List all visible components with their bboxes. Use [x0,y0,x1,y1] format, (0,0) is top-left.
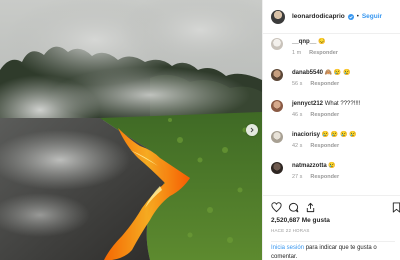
save-button[interactable] [392,202,400,213]
next-photo-button[interactable] [246,124,258,136]
commenter-avatar[interactable] [271,131,283,143]
comment-text: 😔 [318,39,326,45]
amazon-fire-image [0,0,262,260]
author-username[interactable]: leonardodicaprio [292,13,345,20]
bookmark-icon [392,202,400,213]
separator-dot: • [356,13,359,20]
post-header: leonardodicaprio • Seguir [263,0,400,34]
comment-time: 46 s [292,112,303,118]
comment-item: jennyct212 What ????!!!! 46 s Responder [271,100,399,118]
reply-button[interactable]: Responder [310,81,339,87]
login-prompt: Inicia sesión para indicar que te gusta … [271,241,395,260]
commenter-username[interactable]: natmazzotta [292,163,327,169]
commenter-avatar[interactable] [271,100,283,112]
comment-item: inaciorisy 😢 😢 😢 😢 42 s Responder [271,131,399,149]
commenter-username[interactable]: jennyct212 [292,101,323,107]
post-actions-area: 2,520,687 Me gusta HACE 22 HORAS Inicia … [263,195,400,260]
reply-button[interactable]: Responder [309,50,338,56]
like-count[interactable]: 2,520,687 Me gusta [271,217,330,224]
comment-text: 🙈 😢 😢 [324,70,351,76]
comment-bubble-icon[interactable] [288,202,299,213]
comment-item: danab5540 🙈 😢 😢 56 s Responder [271,69,399,87]
comment-time: 42 s [292,143,303,149]
commenter-username[interactable]: danab5540 [292,70,323,76]
reply-button[interactable]: Responder [310,112,339,118]
post-timestamp: HACE 22 HORAS [271,228,310,233]
comment-time: 56 s [292,81,303,87]
post-photo[interactable] [0,0,262,260]
comment-time: 1 m [292,50,302,56]
comment-time: 27 s [292,174,303,180]
heart-icon[interactable] [271,202,282,213]
commenter-username[interactable]: __qnp__ [292,39,316,45]
commenter-avatar[interactable] [271,69,283,81]
comment-item: __qnp__ 😔 1 m Responder [271,38,399,56]
commenter-username[interactable]: inaciorisy [292,132,320,138]
comments-list[interactable]: __qnp__ 😔 1 m Responder danab5540 🙈 😢 😢 5… [263,34,400,195]
share-icon[interactable] [305,202,316,213]
author-avatar[interactable] [271,9,285,24]
comment-text: What ????!!!! [324,101,361,107]
comment-item: natmazzotta 😢 27 s Responder [271,162,399,180]
reply-button[interactable]: Responder [310,174,339,180]
reply-button[interactable]: Responder [310,143,339,149]
chevron-right-icon [250,127,254,133]
comment-text: 😢 😢 😢 😢 [321,132,357,138]
verified-badge-icon [347,13,354,20]
commenter-avatar[interactable] [271,38,283,50]
post-sidebar: leonardodicaprio • Seguir __qnp__ 😔 1 m R… [262,0,400,260]
action-bar [271,202,316,213]
follow-button[interactable]: Seguir [362,13,382,20]
commenter-avatar[interactable] [271,162,283,174]
instagram-post: leonardodicaprio • Seguir __qnp__ 😔 1 m R… [0,0,400,260]
login-link[interactable]: Inicia sesión [271,245,304,251]
comment-text: 😢 [328,163,336,169]
